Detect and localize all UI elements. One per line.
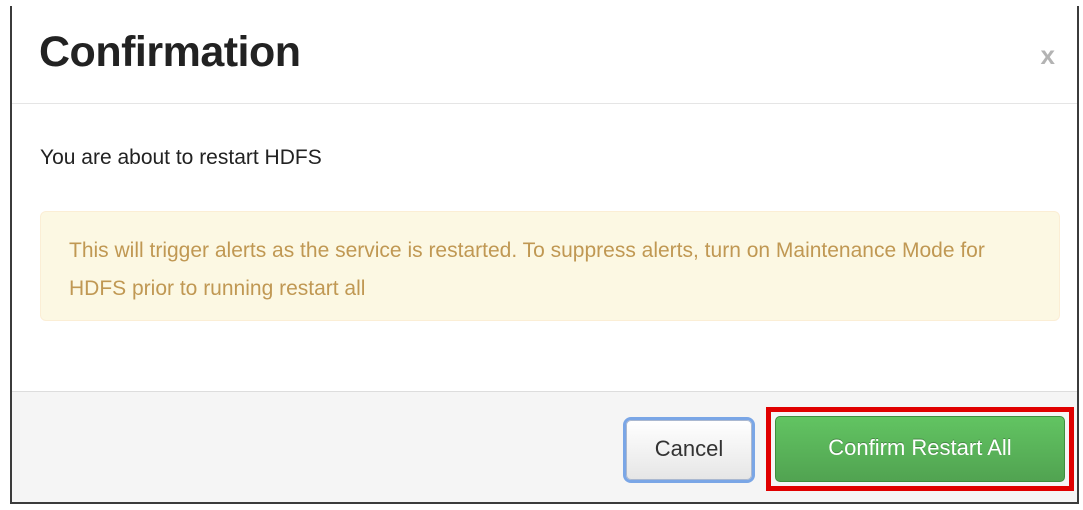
confirmation-dialog: Confirmation x You are about to restart … (10, 6, 1079, 504)
close-icon[interactable]: x (1041, 42, 1055, 68)
dialog-footer: Cancel Confirm Restart All (12, 391, 1077, 502)
warning-alert: This will trigger alerts as the service … (40, 211, 1060, 321)
dialog-body: You are about to restart HDFS This will … (12, 104, 1077, 391)
dialog-title: Confirmation (39, 28, 301, 76)
confirm-restart-all-button[interactable]: Confirm Restart All (775, 416, 1065, 482)
cancel-button[interactable]: Cancel (626, 420, 752, 480)
dialog-header: Confirmation x (12, 6, 1077, 104)
warning-alert-text: This will trigger alerts as the service … (69, 239, 985, 300)
dialog-message: You are about to restart HDFS (40, 146, 322, 169)
